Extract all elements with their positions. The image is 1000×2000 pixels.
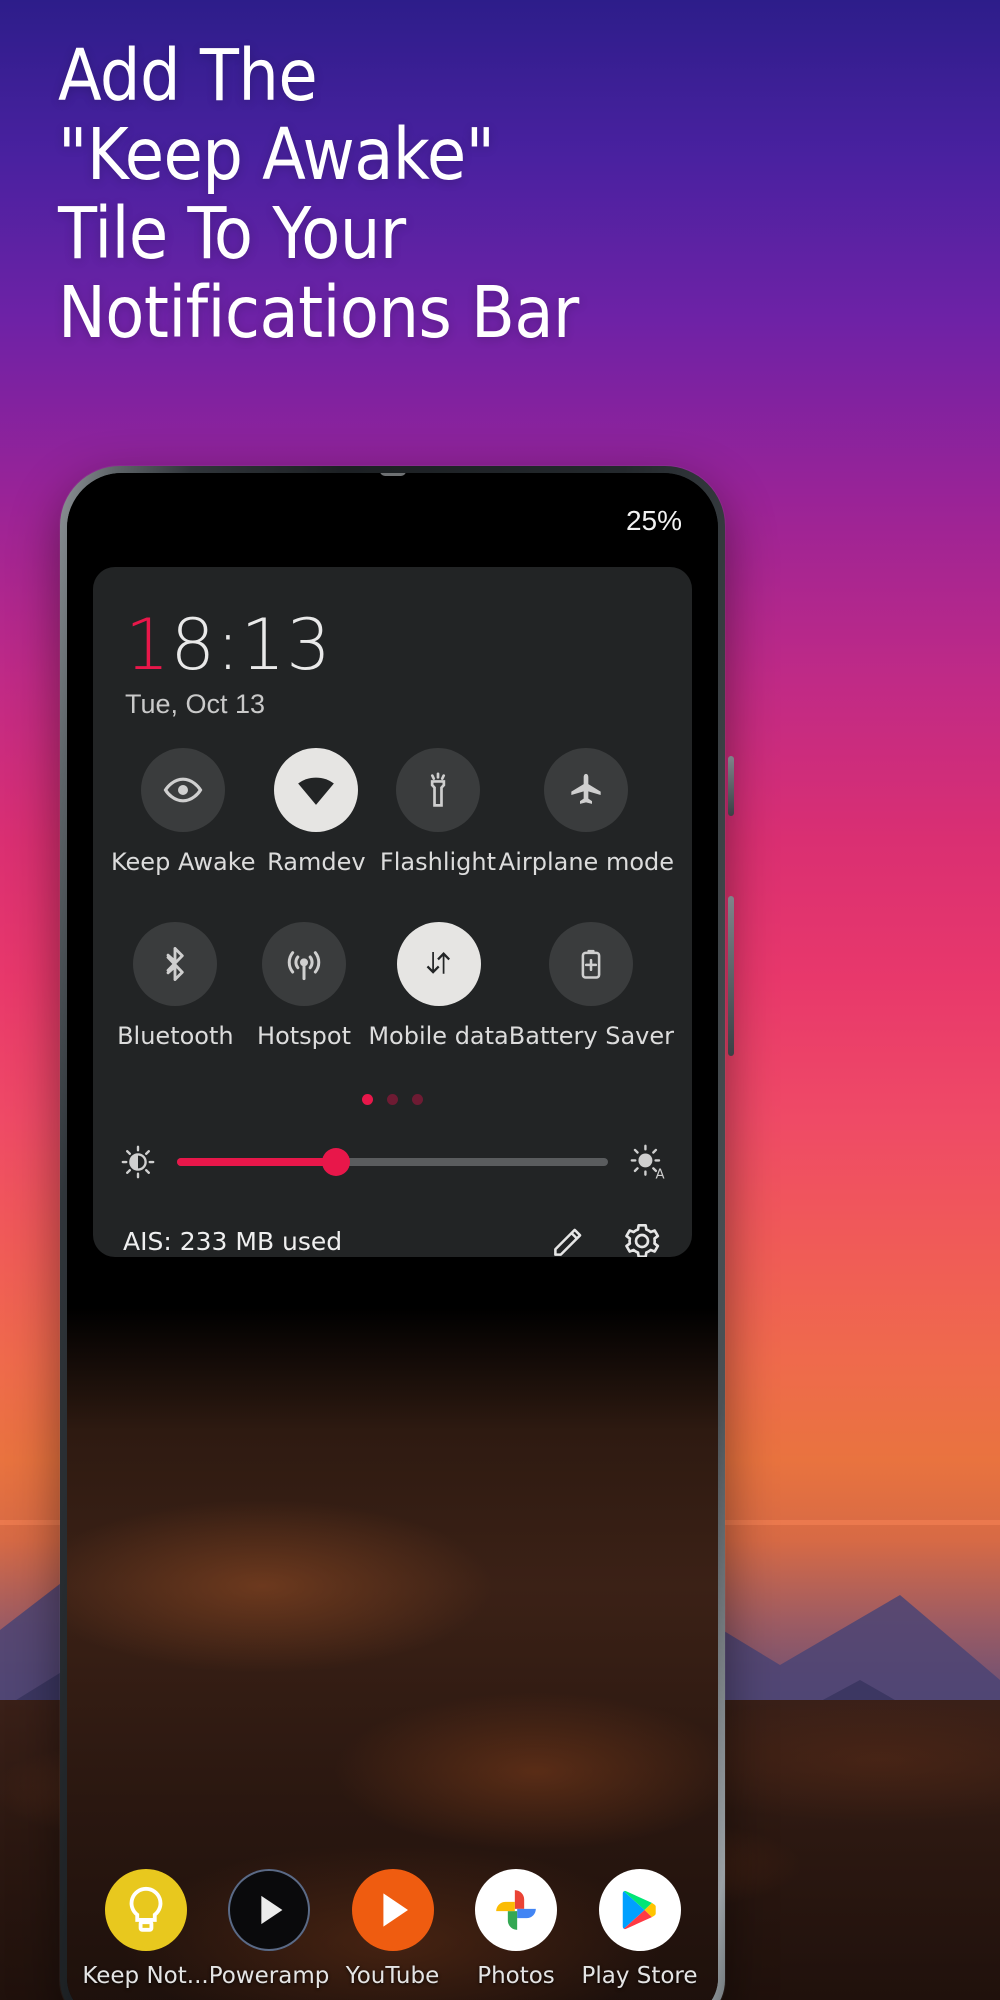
tile-bluetooth-label: Bluetooth [117,1022,234,1050]
headline-line-4: Notifications Bar [58,271,579,354]
quick-settings-row-1: Keep Awake Ramdev Flashlight Airplane mo… [93,748,692,876]
data-usage-label: AIS: 233 MB used [123,1226,343,1256]
battery-percentage-label: 25% [625,505,682,536]
headline-line-2: "Keep Awake" [58,113,495,196]
dock-icon-youtube[interactable] [351,1869,434,1951]
svg-text:A: A [656,1167,665,1181]
page-title: Add The "Keep Awake" Tile To Your Notifi… [58,36,958,352]
shade-footer-actions [550,1221,662,1257]
dock-label-poweramp: Poweramp [208,1963,330,1989]
hotspot-icon [287,951,321,981]
tile-hotspot-circle[interactable] [262,922,346,1006]
tile-bluetooth[interactable]: Bluetooth [111,922,240,1050]
dock-label-youtube: YouTube [345,1963,440,1989]
tile-flashlight-circle[interactable] [395,748,480,832]
dock-label-play-store: Play Store [581,1963,698,1989]
tile-mobile-data-circle[interactable] [396,922,481,1006]
play-store-icon [622,1890,656,1930]
phone-mockup: 25% 18:13 Tue, Oct 13 Keep Awake Ramdev … [60,466,734,2000]
brightness-slider-fill [177,1158,337,1166]
tile-flashlight[interactable]: Flashlight [377,748,499,876]
clock-time-highlight: 1 [125,604,171,686]
tile-flashlight-label: Flashlight [379,848,497,876]
dock-app-play-store[interactable]: Play Store [581,1869,698,1989]
pager-dot-2[interactable] [387,1094,398,1105]
tile-keep-awake[interactable]: Keep Awake [111,748,256,876]
clock-time-rest: 8:13 [170,604,332,686]
eye-icon [163,777,203,803]
brightness-low-icon [121,1145,155,1179]
tile-battery-saver-circle[interactable] [549,922,634,1006]
bluetooth-icon [166,947,185,981]
notification-shade: 18:13 Tue, Oct 13 Keep Awake Ramdev Flas… [93,567,692,1257]
dock-icon-photos[interactable] [475,1869,557,1951]
tile-keep-awake-circle[interactable] [141,748,226,832]
shade-footer: AIS: 233 MB used [93,1221,692,1257]
phone-volume-button[interactable] [728,896,734,1056]
lightbulb-icon [129,1886,162,1932]
pencil-icon[interactable] [550,1222,588,1257]
tile-hotspot[interactable]: Hotspot [240,922,369,1050]
dock-app-photos[interactable]: Photos [464,1869,569,1989]
clock-time: 18:13 [125,609,692,681]
brightness-slider-knob[interactable] [322,1148,351,1176]
dock-icon-play-store[interactable] [598,1869,681,1951]
dock-label-photos: Photos [477,1963,555,1989]
status-bar: 25% [67,473,718,569]
dock-app-youtube[interactable]: YouTube [340,1869,445,1989]
phone-power-button[interactable] [728,756,734,816]
pager-dot-3[interactable] [412,1094,423,1105]
flashlight-icon [430,772,446,807]
tile-bluetooth-circle[interactable] [133,922,218,1006]
quick-settings-row-2: Bluetooth Hotspot Mobile data Battery Sa… [93,922,692,1050]
quick-settings-pager[interactable] [93,1094,692,1105]
dock-icon-keep-notes[interactable] [104,1869,187,1951]
tile-wifi-ramdev[interactable]: Ramdev [256,748,378,876]
brightness-control: A [93,1143,692,1181]
brightness-slider[interactable] [177,1148,608,1176]
app-dock: Keep Not... Poweramp YouTube Photos Play… [67,1851,718,2000]
tile-battery-saver-label: Battery Saver [508,1022,674,1050]
tile-airplane-mode[interactable]: Airplane mode [499,748,674,876]
dock-app-keep-notes[interactable]: Keep Not... [82,1869,209,1989]
tile-hotspot-label: Hotspot [257,1022,351,1050]
tile-airplane-circle[interactable] [544,748,629,832]
tile-mobile-data-label: Mobile data [368,1022,509,1050]
battery-saver-icon [581,949,601,979]
tile-keep-awake-label: Keep Awake [111,848,256,876]
headline-line-3: Tile To Your [58,192,406,275]
tile-mobile-data[interactable]: Mobile data [368,922,509,1050]
dock-label-keep-notes: Keep Not... [82,1963,209,1989]
tile-battery-saver[interactable]: Battery Saver [509,922,674,1050]
mobile-data-icon [426,952,450,974]
tile-wifi-circle[interactable] [274,748,359,832]
clock-date: Tue, Oct 13 [125,689,266,719]
brightness-auto-icon[interactable]: A [628,1143,666,1181]
gear-icon[interactable] [622,1221,662,1257]
dock-icon-poweramp[interactable] [228,1869,310,1951]
play-circle-icon [261,1895,283,1925]
tile-wifi-label: Ramdev [267,848,366,876]
wifi-icon [298,777,335,805]
headline-line-1: Add The [58,34,318,117]
pager-dot-1[interactable] [362,1094,373,1105]
phone-screen: 25% 18:13 Tue, Oct 13 Keep Awake Ramdev … [67,473,718,2000]
tile-airplane-label: Airplane mode [498,848,675,876]
airplane-icon [571,773,602,804]
youtube-play-icon [382,1893,408,1927]
lockscreen-clock: 18:13 Tue, Oct 13 [93,567,692,720]
google-photos-icon [496,1890,536,1930]
dock-app-poweramp[interactable]: Poweramp [209,1869,329,1989]
